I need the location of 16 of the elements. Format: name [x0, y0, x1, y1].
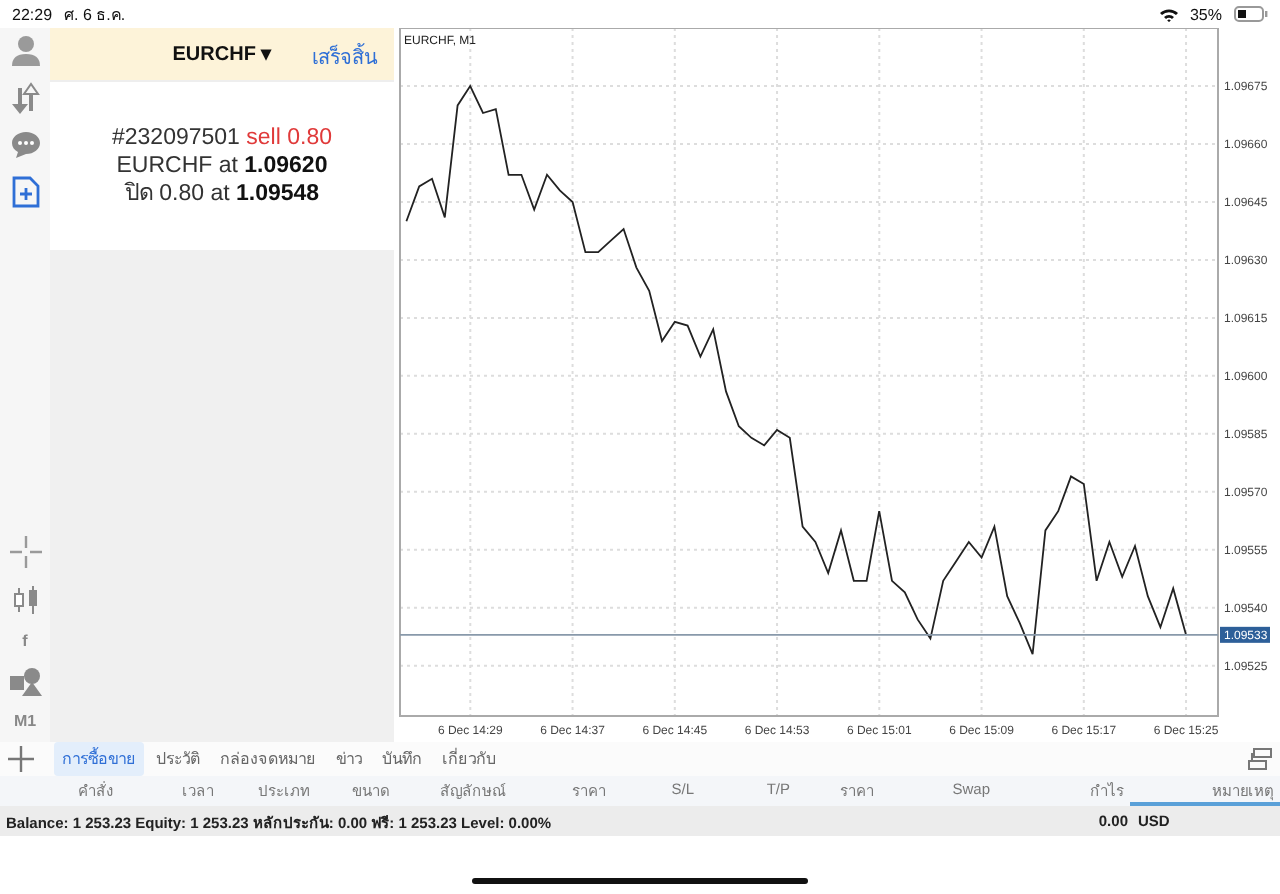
- status-date: ศ. 6 ธ.ค.: [64, 3, 126, 27]
- order-detail: EURCHF at 1.09620: [116, 152, 328, 180]
- order-summary: #232097501 sell 0.80: [112, 124, 332, 152]
- symbol-dropdown[interactable]: EURCHF ▾: [172, 42, 272, 66]
- tab[interactable]: กล่องจดหมาย: [212, 742, 324, 776]
- battery-percent: 35%: [1189, 5, 1222, 23]
- tab[interactable]: การซื้อขาย: [54, 742, 144, 776]
- toolbar-button[interactable]: M1: [13, 712, 37, 730]
- done-button[interactable]: เสร็จสิ้น: [312, 42, 378, 72]
- tab[interactable]: เกี่ยวกับ: [434, 742, 504, 776]
- clock-time: 22:29: [12, 5, 53, 23]
- toolbar-button[interactable]: f: [22, 632, 28, 650]
- tab[interactable]: บันทึก: [374, 742, 430, 776]
- tab[interactable]: ประวัติ: [148, 742, 208, 776]
- tab[interactable]: ข่าว: [328, 742, 370, 776]
- order-detail: ปิด 0.80 at 1.09548: [124, 180, 320, 208]
